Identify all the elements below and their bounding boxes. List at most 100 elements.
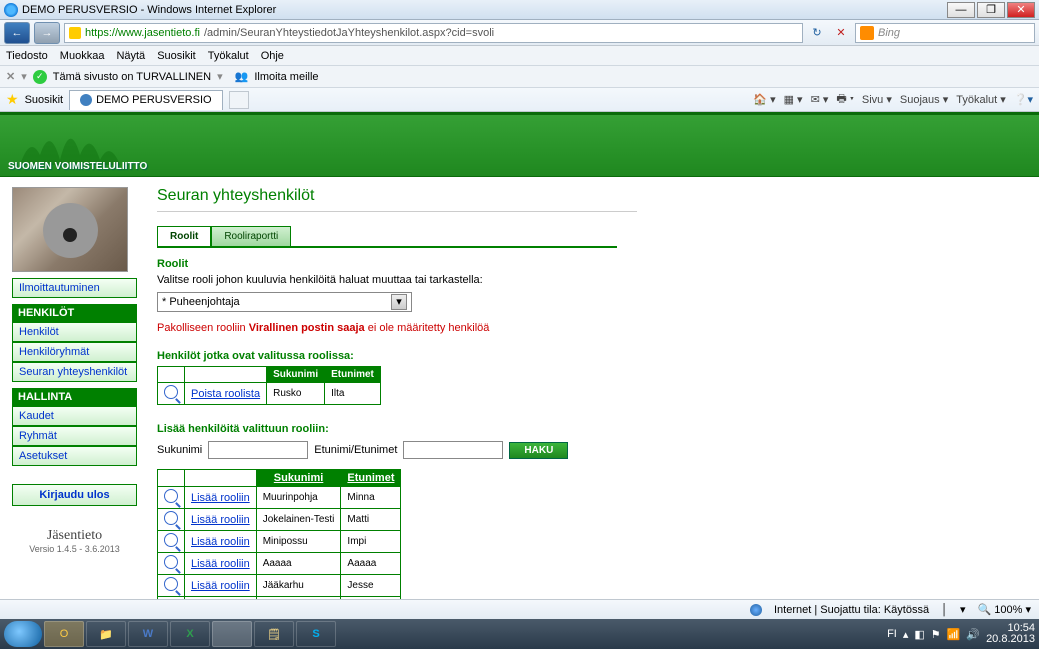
roolit-heading: Roolit <box>157 258 637 270</box>
sidebar-item-seuran-yhteyshenkilot[interactable]: Seuran yhteyshenkilöt <box>12 362 137 382</box>
tray-flag-icon[interactable]: ⚑ <box>931 628 941 641</box>
dropdown-arrow-icon: ▾ <box>391 294 407 310</box>
refresh-button[interactable]: ↻ <box>807 23 827 43</box>
protected-mode-dropdown[interactable]: ▾ <box>960 603 966 616</box>
page-menu[interactable]: Sivu ▾ <box>862 93 892 106</box>
task-word[interactable]: W <box>128 621 168 647</box>
tray-power-icon[interactable]: ◧ <box>914 628 924 641</box>
menu-tools[interactable]: Työkalut <box>208 50 249 62</box>
menu-edit[interactable]: Muokkaa <box>60 50 105 62</box>
inrole-heading: Henkilöt jotka ovat valitussa roolissa: <box>157 350 637 362</box>
help-icon[interactable]: ❔▾ <box>1014 93 1033 106</box>
view-icon[interactable] <box>164 577 178 591</box>
tray-clock[interactable]: 10:54 20.8.2013 <box>986 623 1035 645</box>
protection-menu[interactable]: Suojaus ▾ <box>900 93 948 106</box>
sidebar-image <box>12 187 128 272</box>
safety-close-icon[interactable]: ✕ <box>6 70 15 83</box>
menu-view[interactable]: Näytä <box>116 50 145 62</box>
menu-favorites[interactable]: Suosikit <box>157 50 196 62</box>
home-icon[interactable]: 🏠 ▾ <box>753 93 775 106</box>
col-etunimet: Etunimet <box>325 367 381 383</box>
task-outlook[interactable]: O <box>44 621 84 647</box>
tab-rooliraportti[interactable]: Rooliraportti <box>211 226 291 246</box>
table-row: Lisää rooliinMuurinpohjaMinna <box>158 487 401 509</box>
col-etunimet-sort[interactable]: Etunimet <box>347 472 394 484</box>
add-to-role-link[interactable]: Lisää rooliin <box>191 580 250 592</box>
bing-icon <box>860 26 874 40</box>
globe-icon <box>750 604 762 616</box>
tab-title: DEMO PERUSVERSIO <box>96 94 212 106</box>
browser-tab[interactable]: DEMO PERUSVERSIO <box>69 90 223 110</box>
input-sukunimi[interactable] <box>208 441 308 459</box>
task-notes[interactable]: 🗒 <box>254 621 294 647</box>
tray-volume-icon[interactable]: 🔊 <box>966 628 980 641</box>
start-button[interactable] <box>4 621 42 647</box>
cell-etunimet: Aaaaa <box>341 553 401 575</box>
view-icon[interactable] <box>164 511 178 525</box>
task-skype[interactable]: S <box>296 621 336 647</box>
menu-help[interactable]: Ohje <box>261 50 284 62</box>
zoom-label[interactable]: 🔍 100% ▾ <box>978 603 1031 616</box>
tab-roolit[interactable]: Roolit <box>157 226 211 246</box>
tools-menu[interactable]: Työkalut ▾ <box>956 93 1006 106</box>
tray-lang[interactable]: FI <box>887 628 897 640</box>
back-button[interactable]: ← <box>4 22 30 44</box>
label-etunimi: Etunimi/Etunimet <box>314 444 397 456</box>
view-icon[interactable] <box>164 489 178 503</box>
status-bar: Internet | Suojattu tila: Käytössä │ ▾ 🔍… <box>0 599 1039 619</box>
nav-bar: ← → https://www.jasentieto.fi/admin/Seur… <box>0 20 1039 46</box>
table-row: Poista roolistaRuskoIlta <box>158 383 381 405</box>
table-row: Lisää rooliinJääkarhuJesse <box>158 575 401 597</box>
sidebar-item-kaudet[interactable]: Kaudet <box>12 406 137 426</box>
stop-button[interactable]: ✕ <box>831 23 851 43</box>
view-icon[interactable] <box>164 555 178 569</box>
role-selected-value: * Puheenjohtaja <box>162 296 240 308</box>
search-box[interactable]: Bing <box>855 23 1035 43</box>
warning-text: Pakolliseen rooliin Virallinen postin sa… <box>157 322 637 334</box>
tray-network-icon[interactable]: 📶 <box>947 628 961 641</box>
logout-button[interactable]: Kirjaudu ulos <box>12 484 137 506</box>
sidebar-item-ilmoittautuminen[interactable]: Ilmoittautuminen <box>12 278 137 298</box>
sidebar-item-asetukset[interactable]: Asetukset <box>12 446 137 466</box>
cell-etunimet: Matti <box>341 509 401 531</box>
taskbar: O 📁 W X 🗒 S FI ▴ ◧ ⚑ 📶 🔊 10:54 20.8.2013 <box>0 619 1039 649</box>
view-icon[interactable] <box>164 533 178 547</box>
feed-icon[interactable]: ▦ ▾ <box>784 93 803 106</box>
role-select[interactable]: * Puheenjohtaja ▾ <box>157 292 412 312</box>
remove-from-role-link[interactable]: Poista roolista <box>191 388 260 400</box>
sidebar-item-henkilot[interactable]: Henkilöt <box>12 322 137 342</box>
view-icon[interactable] <box>164 385 178 399</box>
sidebar-item-henkiloryhmat[interactable]: Henkilöryhmät <box>12 342 137 362</box>
add-to-role-link[interactable]: Lisää rooliin <box>191 536 250 548</box>
input-etunimi[interactable] <box>403 441 503 459</box>
task-explorer[interactable]: 📁 <box>86 621 126 647</box>
add-table: Sukunimi Etunimet Lisää rooliinMuurinpoh… <box>157 469 401 619</box>
add-to-role-link[interactable]: Lisää rooliin <box>191 558 250 570</box>
lock-icon <box>69 27 81 39</box>
task-excel[interactable]: X <box>170 621 210 647</box>
col-sukunimi: Sukunimi <box>267 367 325 383</box>
close-button[interactable]: ✕ <box>1007 2 1035 18</box>
menu-file[interactable]: Tiedosto <box>6 50 48 62</box>
minimize-button[interactable]: — <box>947 2 975 18</box>
col-sukunimi-sort[interactable]: Sukunimi <box>274 472 324 484</box>
favorites-label[interactable]: Suosikit <box>25 94 64 106</box>
cell-sukunimi: Aaaaa <box>256 553 341 575</box>
maximize-button[interactable]: ❐ <box>977 2 1005 18</box>
add-to-role-link[interactable]: Lisää rooliin <box>191 514 250 526</box>
mail-icon[interactable]: ✉ ▾ <box>811 93 829 106</box>
search-button[interactable]: HAKU <box>509 442 568 459</box>
safety-check-icon: ✓ <box>33 70 47 84</box>
forward-button[interactable]: → <box>34 22 60 44</box>
add-to-role-link[interactable]: Lisää rooliin <box>191 492 250 504</box>
address-bar[interactable]: https://www.jasentieto.fi/admin/SeuranYh… <box>64 23 803 43</box>
url-scheme: https://www.jasentieto.fi <box>85 27 200 39</box>
task-ie[interactable] <box>212 621 252 647</box>
sidebar-item-ryhmat[interactable]: Ryhmät <box>12 426 137 446</box>
search-placeholder: Bing <box>878 27 900 39</box>
report-link[interactable]: Ilmoita meille <box>254 71 318 83</box>
favorites-star-icon[interactable]: ★ <box>6 91 19 108</box>
tray-up-icon[interactable]: ▴ <box>903 628 909 641</box>
print-icon[interactable]: 🖶 ▾ <box>836 90 854 109</box>
new-tab-button[interactable] <box>229 91 249 109</box>
